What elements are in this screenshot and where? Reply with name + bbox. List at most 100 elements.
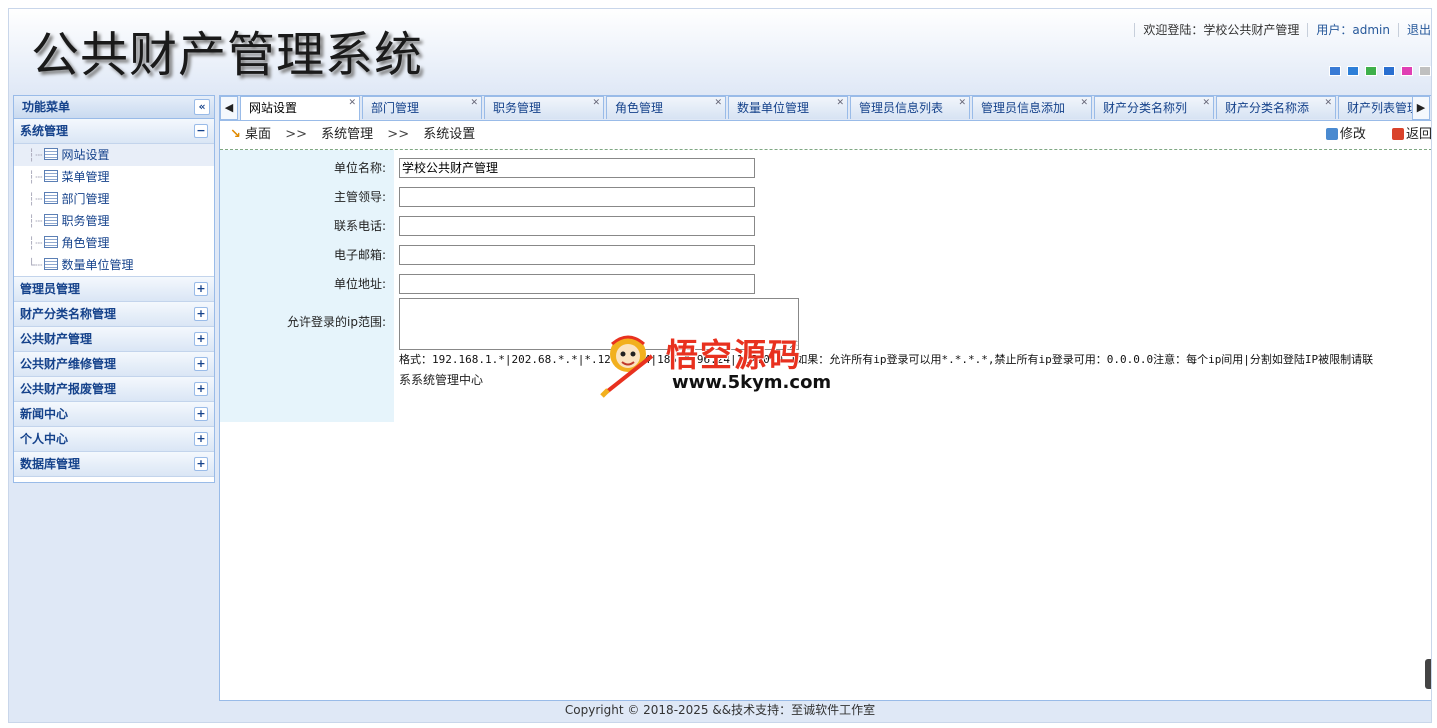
edit-button[interactable]: 修改 [1325, 127, 1366, 142]
tab-label: 部门管理 [371, 101, 420, 115]
breadcrumb: ↘ 桌面 >> 系统管理 >> 系统设置 修改 返回 [220, 121, 1432, 150]
sidebar-group-database[interactable]: 数据库管理 + [14, 452, 214, 477]
tab-label: 财产列表管理 [1347, 101, 1412, 115]
scroll-handle[interactable] [1425, 659, 1431, 689]
sidebar-item-positions[interactable]: ┆┄ 职务管理 [14, 210, 214, 232]
sidebar-group-repairs[interactable]: 公共财产维修管理 + [14, 352, 214, 377]
theme-swatch-5[interactable] [1401, 66, 1413, 76]
sidebar-group-categories[interactable]: 财产分类名称管理 + [14, 302, 214, 327]
sidebar-subitems: ┆┄ 网站设置 ┆┄ 菜单管理 ┆┄ 部门管理 ┆┄ 职务管理 ┆┄ 角色管理 └┄ 数量单… [14, 144, 214, 277]
sidebar-item-roles[interactable]: ┆┄ 角色管理 [14, 232, 214, 254]
close-icon[interactable]: ✕ [348, 97, 356, 109]
tab-label: 角色管理 [615, 101, 664, 115]
expand-plus-icon[interactable]: + [194, 332, 208, 346]
close-icon[interactable]: ✕ [1324, 97, 1332, 109]
double-chevron-left-icon[interactable]: « [194, 99, 210, 115]
sidebar-header: 功能菜单 « [14, 96, 214, 119]
tab-units[interactable]: 数量单位管理 ✕ [728, 96, 848, 119]
leader-label: 主管领导: [333, 190, 386, 204]
theme-swatch-3[interactable] [1365, 66, 1377, 76]
sidebar-group-news[interactable]: 新闻中心 + [14, 402, 214, 427]
back-icon [1391, 128, 1404, 140]
sidebar-title: 功能菜单 [22, 100, 71, 114]
expand-plus-icon[interactable]: + [194, 307, 208, 321]
sidebar-group-label: 公共财产维修管理 [20, 357, 117, 371]
sidebar-item-label: 网站设置 [61, 148, 110, 162]
expand-plus-icon[interactable]: + [194, 432, 208, 446]
system-title: 公共财产管理系统 [31, 27, 424, 83]
breadcrumb-home[interactable]: 桌面 [245, 127, 271, 142]
sidebar-item-menus[interactable]: ┆┄ 菜单管理 [14, 166, 214, 188]
arrow-right-icon[interactable]: ▶ [1412, 96, 1430, 120]
close-icon[interactable]: ✕ [714, 97, 722, 109]
breadcrumb-separator: >> [285, 127, 307, 142]
email-input[interactable] [399, 245, 755, 265]
expand-plus-icon[interactable]: + [194, 407, 208, 421]
sidebar-group-label: 财产分类名称管理 [20, 307, 117, 321]
ip-format-hint-continued: 系系统管理中心 [399, 373, 484, 387]
tab-roles[interactable]: 角色管理 ✕ [606, 96, 726, 119]
theme-swatch-4[interactable] [1383, 66, 1395, 76]
arrow-left-icon[interactable]: ◀ [220, 96, 238, 120]
theme-swatch-1[interactable] [1329, 66, 1341, 76]
theme-swatch-2[interactable] [1347, 66, 1359, 76]
unit-name-label: 单位名称: [333, 161, 386, 175]
tab-departments[interactable]: 部门管理 ✕ [362, 96, 482, 119]
theme-switcher [1323, 65, 1431, 79]
main-panel: ◀ 网站设置 ✕ 部门管理 ✕ 职务管理 ✕ 角色管理 ✕ 数量单位管理 ✕ 管理员信息列表 ✕ 管理员… [219, 95, 1432, 701]
breadcrumb-separator: >> [387, 127, 410, 142]
leader-input[interactable] [399, 187, 755, 207]
document-icon [44, 258, 59, 270]
tab-asset-list[interactable]: 财产列表管理✕ [1338, 96, 1412, 119]
edit-icon [1325, 128, 1338, 140]
close-icon[interactable]: ✕ [592, 97, 600, 109]
tab-positions[interactable]: 职务管理 ✕ [484, 96, 604, 119]
close-icon[interactable]: ✕ [1080, 97, 1088, 109]
sidebar-group-assets[interactable]: 公共财产管理 + [14, 327, 214, 352]
expand-plus-icon[interactable]: + [194, 282, 208, 296]
ip-format-hint: 格式：192.168.1.*|202.68.*.*|*.12.55.34|185… [399, 353, 1374, 366]
tree-line-icon: ┆┄ [28, 236, 43, 250]
tab-bar: ◀ 网站设置 ✕ 部门管理 ✕ 职务管理 ✕ 角色管理 ✕ 数量单位管理 ✕ 管理员信息列表 ✕ 管理员… [220, 96, 1431, 121]
close-icon[interactable]: ✕ [958, 97, 966, 109]
tab-admin-add[interactable]: 管理员信息添加 ✕ [972, 96, 1092, 119]
tab-category-list[interactable]: 财产分类名称列 ✕ [1094, 96, 1214, 119]
close-icon[interactable]: ✕ [836, 97, 844, 109]
tab-site-settings[interactable]: 网站设置 ✕ [240, 96, 360, 120]
footer: Copyright © 2018-2025 &&技术支持：至诚软件工作室 [564, 703, 876, 717]
address-input[interactable] [399, 274, 755, 294]
header: 公共财产管理系统 欢迎登陆：学校公共财产管理 用户：admin 退出 [9, 9, 1431, 95]
tree-line-icon: ┆┄ [28, 192, 43, 206]
phone-input[interactable] [399, 216, 755, 236]
back-label: 返回 [1405, 127, 1432, 142]
back-button[interactable]: 返回 [1391, 127, 1432, 142]
watermark-url: www.5kym.com [672, 372, 832, 393]
sidebar-group-system[interactable]: 系统管理 − [14, 119, 214, 144]
close-icon[interactable]: ✕ [470, 97, 478, 109]
tab-admin-list[interactable]: 管理员信息列表 ✕ [850, 96, 970, 119]
watermark-text: 悟空源码 [666, 336, 803, 374]
sidebar-item-label: 角色管理 [61, 236, 110, 250]
close-icon[interactable]: ✕ [1202, 97, 1210, 109]
expand-plus-icon[interactable]: + [194, 457, 208, 471]
sidebar-item-label: 部门管理 [61, 192, 110, 206]
sidebar-group-scrap[interactable]: 公共财产报废管理 + [14, 377, 214, 402]
expand-plus-icon[interactable]: + [194, 382, 208, 396]
ip-range-label: 允许登录的ip范围: [287, 315, 386, 329]
theme-swatch-6[interactable] [1419, 66, 1431, 76]
email-label: 电子邮箱: [333, 248, 386, 262]
sidebar-group-label: 数据库管理 [20, 457, 81, 471]
sidebar-item-departments[interactable]: ┆┄ 部门管理 [14, 188, 214, 210]
collapse-minus-icon[interactable]: − [194, 124, 208, 138]
sidebar-group-label: 公共财产报废管理 [20, 382, 117, 396]
sidebar-group-admins[interactable]: 管理员管理 + [14, 277, 214, 302]
logout-link[interactable]: 退出 [1397, 23, 1431, 37]
sidebar-item-site-settings[interactable]: ┆┄ 网站设置 [14, 144, 214, 166]
tab-category-add[interactable]: 财产分类名称添 ✕ [1216, 96, 1336, 119]
unit-name-input[interactable] [399, 158, 755, 178]
arrow-down-right-icon: ↘ [230, 127, 241, 142]
sidebar-item-units[interactable]: └┄ 数量单位管理 [14, 254, 214, 276]
sidebar-group-profile[interactable]: 个人中心 + [14, 427, 214, 452]
expand-plus-icon[interactable]: + [194, 357, 208, 371]
tab-strip: 网站设置 ✕ 部门管理 ✕ 职务管理 ✕ 角色管理 ✕ 数量单位管理 ✕ 管理员信息列表 ✕ 管理员信息… [240, 96, 1412, 120]
